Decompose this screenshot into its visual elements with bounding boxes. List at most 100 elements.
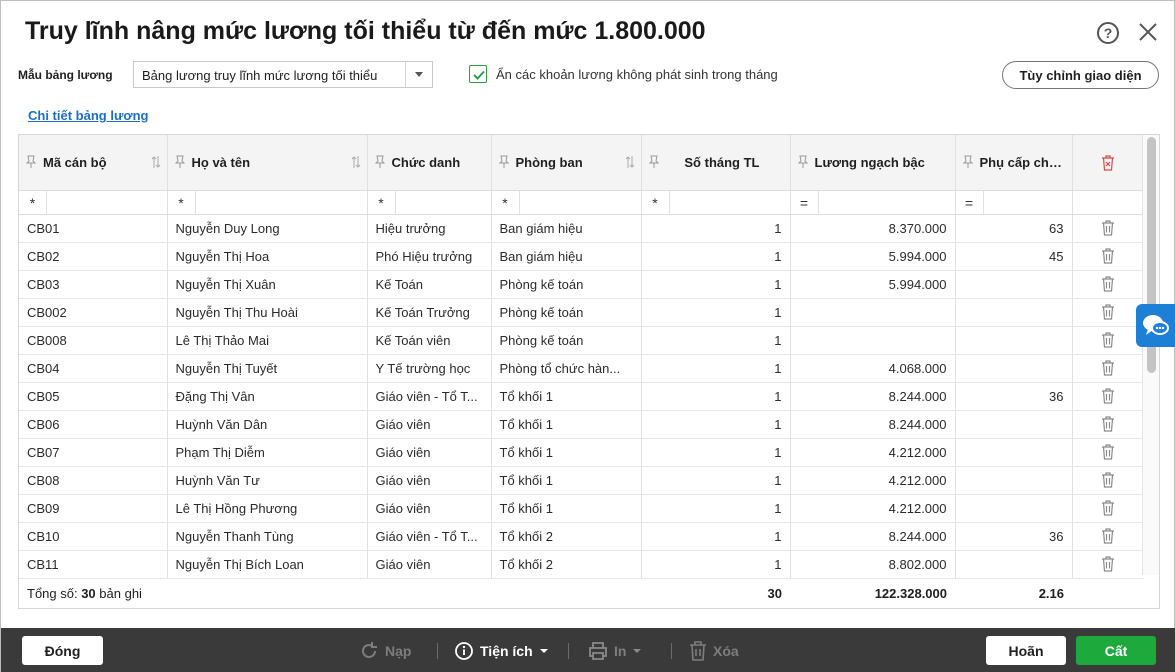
close-button[interactable]: Đóng xyxy=(22,636,103,665)
cell-so-thang-tl[interactable]: 1 xyxy=(641,382,791,411)
cell-phu-cap-chuc-vu[interactable]: 36 xyxy=(955,382,1073,411)
pin-icon[interactable] xyxy=(797,155,808,169)
cell-luong-ngach-bac[interactable]: 5.994.000 xyxy=(790,242,956,271)
customize-button[interactable]: Tùy chỉnh giao diện xyxy=(1002,61,1159,89)
cell-chuc-danh[interactable]: Giáo viên xyxy=(367,410,492,439)
cell-ho-va-ten[interactable]: Đặng Thị Vân xyxy=(167,382,368,411)
cell-ho-va-ten[interactable]: Lê Thị Thảo Mai xyxy=(167,326,368,355)
cell-phong-ban[interactable]: Phòng kế toán xyxy=(491,270,642,299)
cell-ho-va-ten[interactable]: Nguyễn Thị Bích Loan xyxy=(167,550,368,579)
cell-ma-can-bo[interactable]: CB11 xyxy=(19,550,168,579)
cell-ho-va-ten[interactable]: Nguyễn Thị Thu Hoài xyxy=(167,298,368,327)
cell-ho-va-ten[interactable]: Nguyễn Thị Tuyết xyxy=(167,354,368,383)
cell-phu-cap-chuc-vu[interactable] xyxy=(955,550,1073,579)
cell-luong-ngach-bac[interactable]: 4.212.000 xyxy=(790,438,956,467)
sort-icon[interactable] xyxy=(351,155,361,169)
cell-phong-ban[interactable]: Tổ khối 1 xyxy=(491,466,642,495)
trash-icon[interactable] xyxy=(1101,332,1115,348)
trash-icon[interactable] xyxy=(1101,528,1115,544)
filter-cell[interactable]: * xyxy=(491,190,642,215)
cell-phu-cap-chuc-vu[interactable] xyxy=(955,298,1073,327)
cell-ho-va-ten[interactable]: Nguyễn Thị Xuân xyxy=(167,270,368,299)
dropdown-arrow-icon[interactable] xyxy=(405,62,432,87)
cell-chuc-danh[interactable]: Hiệu trưởng xyxy=(367,214,492,243)
cell-ma-can-bo[interactable]: CB03 xyxy=(19,270,168,299)
filter-operator[interactable]: * xyxy=(642,190,670,213)
cell-ma-can-bo[interactable]: CB05 xyxy=(19,382,168,411)
trash-icon[interactable] xyxy=(1101,276,1115,292)
cell-phu-cap-chuc-vu[interactable] xyxy=(955,494,1073,523)
table-row[interactable]: CB09 Lê Thị Hồng Phương Giáo viên Tổ khối 1… xyxy=(19,494,1144,523)
cell-ho-va-ten[interactable]: Huỳnh Văn Tư xyxy=(167,466,368,495)
cell-ho-va-ten[interactable]: Nguyễn Duy Long xyxy=(167,214,368,243)
pin-icon[interactable] xyxy=(374,155,385,169)
table-row[interactable]: CB10 Nguyễn Thanh Tùng Giáo viên - Tổ T...… xyxy=(19,522,1144,551)
cell-phong-ban[interactable]: Tổ khối 1 xyxy=(491,494,642,523)
cell-ma-can-bo[interactable]: CB10 xyxy=(19,522,168,551)
cell-phong-ban[interactable]: Phòng kế toán xyxy=(491,298,642,327)
table-row[interactable]: CB11 Nguyễn Thị Bích Loan Giáo viên Tổ khối… xyxy=(19,550,1144,579)
filter-operator[interactable]: * xyxy=(19,190,47,213)
filter-operator[interactable]: * xyxy=(492,190,520,213)
cell-chuc-danh[interactable]: Giáo viên xyxy=(367,466,492,495)
pin-icon[interactable] xyxy=(26,155,36,169)
col-header-ma-can-bo[interactable]: Mã cán bộ xyxy=(19,135,168,191)
cell-so-thang-tl[interactable]: 1 xyxy=(641,410,791,439)
cell-so-thang-tl[interactable]: 1 xyxy=(641,354,791,383)
trash-icon[interactable] xyxy=(1101,444,1115,460)
trash-icon[interactable] xyxy=(1101,388,1115,404)
cell-chuc-danh[interactable]: Y Tế trường học xyxy=(367,354,492,383)
cell-so-thang-tl[interactable]: 1 xyxy=(641,522,791,551)
trash-icon[interactable] xyxy=(1101,416,1115,432)
save-button[interactable]: Cất xyxy=(1076,636,1156,665)
cell-ma-can-bo[interactable]: CB002 xyxy=(19,298,168,327)
cell-ma-can-bo[interactable]: CB008 xyxy=(19,326,168,355)
cell-ho-va-ten[interactable]: Phạm Thị Diễm xyxy=(167,438,368,467)
row-delete-cell[interactable] xyxy=(1072,214,1144,243)
postpone-button[interactable]: Hoãn xyxy=(986,636,1066,665)
cell-phong-ban[interactable]: Tổ khối 1 xyxy=(491,410,642,439)
filter-cell[interactable]: = xyxy=(955,190,1073,215)
filter-cell[interactable]: * xyxy=(167,190,368,215)
cell-ma-can-bo[interactable]: CB02 xyxy=(19,242,168,271)
pin-icon[interactable] xyxy=(174,155,185,169)
cell-so-thang-tl[interactable]: 1 xyxy=(641,214,791,243)
cell-ma-can-bo[interactable]: CB07 xyxy=(19,438,168,467)
reload-button[interactable]: Nạp xyxy=(359,638,411,664)
cell-chuc-danh[interactable]: Kế Toán xyxy=(367,270,492,299)
sort-icon[interactable] xyxy=(625,155,635,169)
col-header-ho-va-ten[interactable]: Họ và tên xyxy=(167,135,368,191)
cell-phu-cap-chuc-vu[interactable]: 45 xyxy=(955,242,1073,271)
cell-so-thang-tl[interactable]: 1 xyxy=(641,270,791,299)
cell-phu-cap-chuc-vu[interactable]: 63 xyxy=(955,214,1073,243)
hide-empty-checkbox[interactable] xyxy=(469,65,487,83)
trash-icon[interactable] xyxy=(1101,220,1115,236)
template-select[interactable]: Bảng lương truy lĩnh mức lương tối thiểu xyxy=(133,61,433,88)
cell-luong-ngach-bac[interactable]: 8.244.000 xyxy=(790,522,956,551)
cell-ma-can-bo[interactable]: CB08 xyxy=(19,466,168,495)
trash-icon[interactable] xyxy=(1101,304,1115,320)
cell-luong-ngach-bac[interactable] xyxy=(790,298,956,327)
chat-icon[interactable] xyxy=(1136,304,1175,347)
row-delete-cell[interactable] xyxy=(1072,270,1144,299)
filter-operator[interactable]: = xyxy=(791,190,819,213)
cell-ma-can-bo[interactable]: CB01 xyxy=(19,214,168,243)
cell-chuc-danh[interactable]: Giáo viên xyxy=(367,494,492,523)
cell-phong-ban[interactable]: Phòng tổ chức hàn... xyxy=(491,354,642,383)
cell-phong-ban[interactable]: Tổ khối 1 xyxy=(491,382,642,411)
filter-cell[interactable]: * xyxy=(367,190,492,215)
cell-luong-ngach-bac[interactable]: 5.994.000 xyxy=(790,270,956,299)
detail-link[interactable]: Chi tiết bảng lương xyxy=(28,108,148,123)
cell-ma-can-bo[interactable]: CB06 xyxy=(19,410,168,439)
table-row[interactable]: CB02 Nguyễn Thị Hoa Phó Hiệu trưởng Ban giá… xyxy=(19,242,1144,271)
trash-icon[interactable] xyxy=(1101,360,1115,376)
filter-cell[interactable]: * xyxy=(19,190,168,215)
filter-operator[interactable]: * xyxy=(368,190,396,213)
col-header-phu-cap-chuc-vu[interactable]: Phụ cấp chức vụ xyxy=(955,135,1073,191)
cell-phong-ban[interactable]: Tổ khối 2 xyxy=(491,522,642,551)
filter-operator[interactable]: = xyxy=(956,190,984,213)
print-button[interactable]: In xyxy=(588,638,642,664)
col-header-chuc-danh[interactable]: Chức danh xyxy=(367,135,492,191)
cell-ma-can-bo[interactable]: CB09 xyxy=(19,494,168,523)
row-delete-cell[interactable] xyxy=(1072,326,1144,355)
